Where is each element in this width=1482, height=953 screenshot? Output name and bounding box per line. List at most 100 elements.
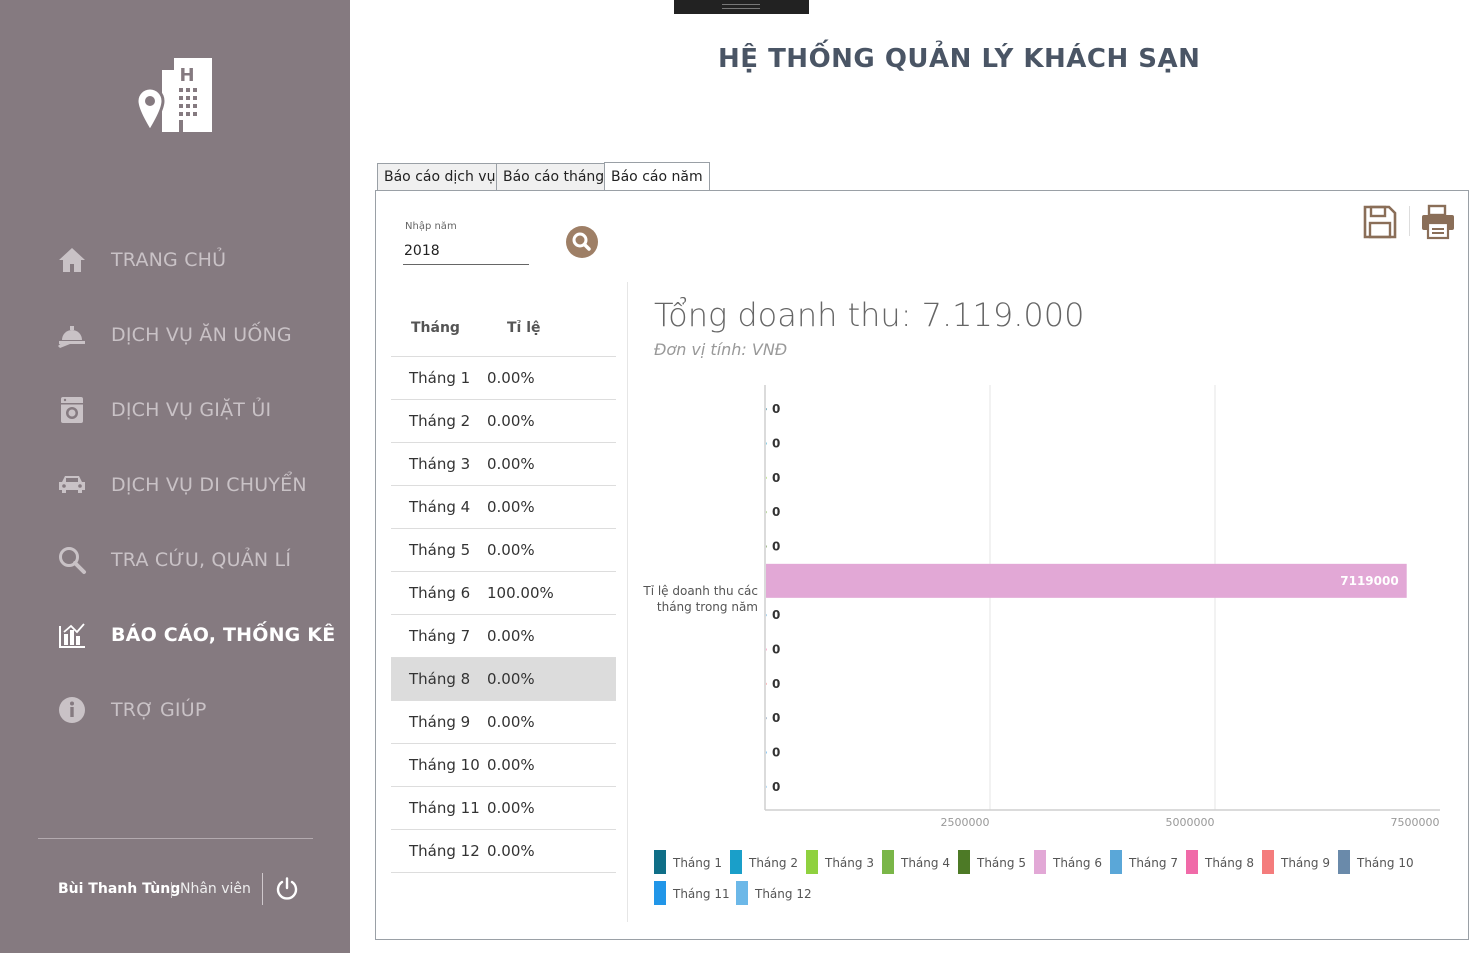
cell-month: Tháng 9 — [409, 713, 471, 731]
table-row[interactable]: Tháng 2 0.00% — [391, 400, 616, 443]
search-icon — [55, 543, 89, 577]
tab-month-report[interactable]: Báo cáo tháng — [496, 163, 605, 190]
cell-month: Tháng 4 — [409, 498, 471, 516]
table-row[interactable]: Tháng 9 0.00% — [391, 701, 616, 744]
column-header-ratio: Tỉ lệ — [507, 320, 541, 336]
data-label: 0 — [772, 780, 780, 794]
legend-swatch — [1110, 850, 1122, 874]
cell-month: Tháng 6 — [409, 584, 471, 602]
legend-label: Tháng 4 — [900, 856, 950, 870]
legend-swatch — [1034, 850, 1046, 874]
legend-swatch — [1186, 850, 1198, 874]
legend-label: Tháng 7 — [1128, 856, 1178, 870]
data-label: 0 — [772, 643, 780, 657]
printer-icon — [1422, 204, 1454, 240]
tab-service-report[interactable]: Báo cáo dịch vụ — [377, 163, 497, 190]
user-name: Bùi Thanh Tùng — [58, 881, 181, 897]
legend-label: Tháng 12 — [754, 887, 812, 901]
legend-swatch — [654, 850, 666, 874]
sidebar-item-reports[interactable]: BÁO CÁO, THỐNG KÊ — [55, 615, 345, 655]
data-label: 0 — [772, 746, 780, 760]
data-label: 7119000 — [1340, 574, 1398, 588]
sidebar: H TRANG CHỦ DỊCH VỤ ĂN UỐNG DỊCH VỤ GIẶT… — [0, 0, 350, 953]
cell-ratio: 0.00% — [487, 498, 535, 516]
sidebar-item-label: BÁO CÁO, THỐNG KÊ — [111, 624, 336, 646]
sidebar-item-laundry-service[interactable]: DỊCH VỤ GIẶT ỦI — [55, 390, 345, 430]
legend-swatch — [736, 881, 748, 905]
bar — [766, 751, 767, 754]
year-input[interactable] — [403, 238, 529, 265]
table-row[interactable]: Tháng 1 0.00% — [391, 357, 616, 400]
data-label: 0 — [772, 540, 780, 554]
x-tick-label: 5000000 — [1166, 816, 1215, 829]
search-button[interactable] — [566, 226, 598, 258]
sidebar-item-transport-service[interactable]: DỊCH VỤ DI CHUYỂN — [55, 465, 345, 505]
car-icon — [55, 468, 89, 502]
sidebar-item-label: TRỢ GIÚP — [111, 699, 207, 721]
legend-label: Tháng 10 — [1356, 856, 1414, 870]
category-label: tháng trong năm — [657, 600, 758, 614]
cell-month: Tháng 8 — [409, 670, 471, 688]
data-label: 0 — [772, 471, 780, 485]
bar — [766, 614, 767, 617]
year-field-label: Nhập năm — [405, 221, 457, 232]
sidebar-item-label: DỊCH VỤ ĂN UỐNG — [111, 324, 292, 346]
legend-swatch — [1262, 850, 1274, 874]
legend-swatch — [958, 850, 970, 874]
table-row[interactable]: Tháng 7 0.00% — [391, 615, 616, 658]
legend-label: Tháng 3 — [824, 856, 874, 870]
user-role: Nhân viên — [180, 881, 251, 897]
window-drag-handle[interactable] — [674, 0, 809, 14]
cell-ratio: 0.00% — [487, 756, 535, 774]
report-chart-icon — [55, 618, 89, 652]
table-row[interactable]: Tháng 11 0.00% — [391, 787, 616, 830]
table-row[interactable]: Tháng 8 0.00% — [391, 658, 616, 701]
hotel-location-icon: H — [135, 56, 215, 136]
bar — [766, 648, 767, 651]
table-row[interactable]: Tháng 4 0.00% — [391, 486, 616, 529]
legend-swatch — [654, 881, 666, 905]
cell-ratio: 0.00% — [487, 713, 535, 731]
x-tick-label: 7500000 — [1391, 816, 1440, 829]
legend-label: Tháng 5 — [976, 856, 1026, 870]
save-button[interactable] — [1362, 204, 1398, 240]
table-row[interactable]: Tháng 5 0.00% — [391, 529, 616, 572]
cell-month: Tháng 10 — [409, 756, 480, 774]
logout-button[interactable] — [274, 876, 300, 902]
table-row[interactable]: Tháng 10 0.00% — [391, 744, 616, 787]
home-icon — [55, 243, 89, 277]
legend-label: Tháng 6 — [1052, 856, 1102, 870]
cell-month: Tháng 11 — [409, 799, 480, 817]
data-label: 0 — [772, 711, 780, 725]
sidebar-item-label: DỊCH VỤ DI CHUYỂN — [111, 474, 307, 496]
cell-month: Tháng 3 — [409, 455, 471, 473]
tab-year-report[interactable]: Báo cáo năm — [604, 162, 710, 190]
bar — [766, 785, 767, 788]
table-row[interactable]: Tháng 3 0.00% — [391, 443, 616, 486]
bar — [766, 476, 767, 479]
sidebar-item-food-service[interactable]: DỊCH VỤ ĂN UỐNG — [55, 315, 345, 355]
total-revenue: Tổng doanh thu: 7.119.000 — [654, 296, 1085, 334]
table-row[interactable]: Tháng 6 100.00% — [391, 572, 616, 615]
logout-separator — [262, 873, 263, 905]
cell-month: Tháng 12 — [409, 842, 480, 860]
legend-swatch — [882, 850, 894, 874]
save-icon — [1363, 205, 1397, 239]
cell-ratio: 0.00% — [487, 842, 535, 860]
sidebar-item-lookup[interactable]: TRA CỨU, QUẢN LÍ — [55, 540, 345, 580]
panel-divider — [627, 282, 628, 922]
print-button[interactable] — [1420, 204, 1456, 240]
table-row[interactable]: Tháng 12 0.00% — [391, 830, 616, 873]
sidebar-item-label: DỊCH VỤ GIẶT ỦI — [111, 399, 272, 421]
toolbar-separator — [1409, 206, 1410, 236]
cell-month: Tháng 7 — [409, 627, 471, 645]
room-service-icon — [55, 318, 89, 352]
data-label: 0 — [772, 505, 780, 519]
bar — [766, 545, 767, 548]
legend-label: Tháng 11 — [672, 887, 730, 901]
sidebar-divider — [38, 838, 313, 839]
cell-ratio: 100.00% — [487, 584, 554, 602]
sidebar-item-home[interactable]: TRANG CHỦ — [55, 240, 345, 280]
data-label: 0 — [772, 402, 780, 416]
sidebar-item-help[interactable]: TRỢ GIÚP — [55, 690, 345, 730]
